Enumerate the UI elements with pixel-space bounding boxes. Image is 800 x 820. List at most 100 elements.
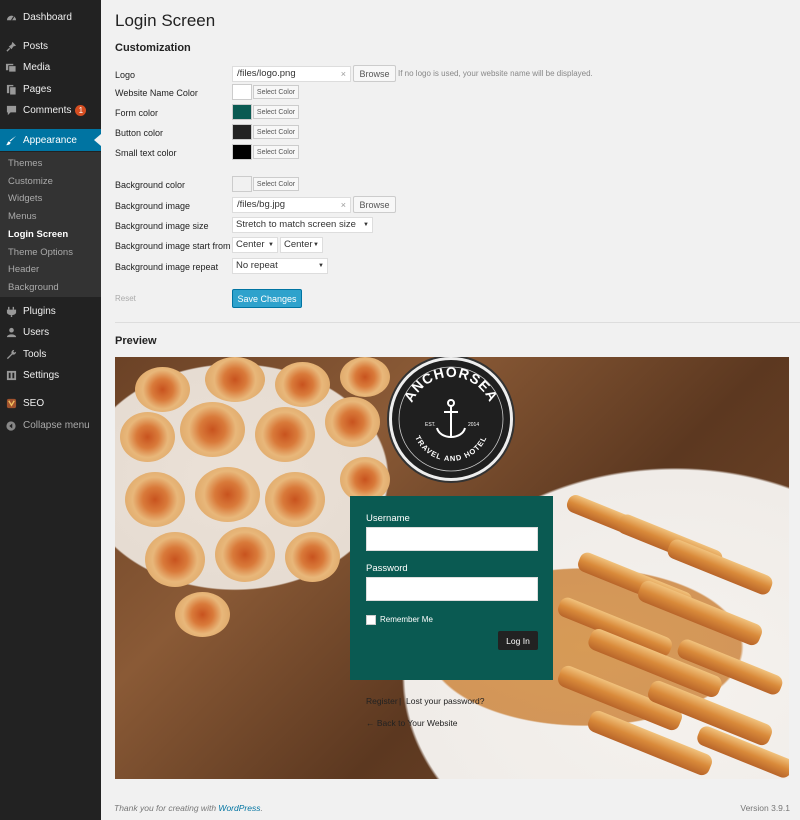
form-color-label: Form color (115, 108, 159, 118)
admin-sidebar: Dashboard Posts Media Pages Comments 1 A… (0, 0, 101, 820)
clear-background-icon[interactable]: × (341, 198, 346, 212)
sidebar-item-posts[interactable]: Posts (0, 36, 101, 57)
sidebar-item-seo[interactable]: SEO (0, 393, 101, 414)
clear-logo-icon[interactable]: × (341, 67, 346, 81)
sidebar-item-label: Comments (23, 105, 72, 116)
site-name-color-label: Website Name Color (115, 88, 198, 98)
form-select-color-button[interactable]: Select Color (253, 105, 299, 119)
sidebar-item-pages[interactable]: Pages (0, 79, 101, 100)
background-repeat-select[interactable]: No repeat ▼ (232, 258, 328, 274)
button-color-swatch[interactable] (232, 124, 252, 140)
reset-link[interactable]: Reset (115, 294, 136, 303)
pastry-image (255, 407, 315, 462)
preview-heading: Preview (115, 335, 157, 347)
submenu-item-header[interactable]: Header (8, 264, 39, 275)
site-name-select-color-button[interactable]: Select Color (253, 85, 299, 99)
customization-heading: Customization (115, 42, 191, 54)
sidebar-item-comments[interactable]: Comments 1 (0, 100, 101, 121)
sidebar-item-label: Pages (23, 84, 52, 95)
username-label: Username (366, 513, 410, 524)
background-start-y-select[interactable]: Center ▼ (280, 237, 323, 253)
logo-year-text: 2014 (468, 422, 479, 428)
footer-thanks-prefix: Thank you for creating with (114, 803, 219, 813)
submenu-item-widgets[interactable]: Widgets (8, 193, 42, 204)
appearance-submenu: Themes Customize Widgets Menus Login Scr… (0, 152, 101, 297)
background-image-input[interactable]: /files/bg.jpg × (232, 197, 351, 213)
submenu-item-theme-options[interactable]: Theme Options (8, 247, 73, 258)
pastry-image (265, 472, 325, 527)
background-repeat-value: No repeat (236, 260, 278, 271)
remember-me-label: Remember Me (380, 615, 433, 624)
collapse-icon (1, 420, 21, 431)
pastry-stick-image (665, 537, 775, 597)
browse-background-button[interactable]: Browse (353, 196, 396, 213)
chevron-down-icon: ▼ (313, 242, 319, 248)
small-text-color-label: Small text color (115, 148, 177, 158)
anchor-icon (436, 399, 466, 438)
login-preview: ANCHORSEA TRAVEL AND HOTEL EST. 2014 Use… (115, 357, 789, 779)
logo-est-text: EST. (425, 422, 436, 428)
browse-logo-button[interactable]: Browse (353, 65, 396, 82)
save-changes-button[interactable]: Save Changes (232, 289, 302, 308)
pastry-image (120, 412, 175, 462)
pastry-image (175, 592, 230, 637)
dashboard-icon (1, 12, 21, 23)
chevron-down-icon: ▼ (268, 242, 274, 248)
sidebar-item-settings[interactable]: Settings (0, 365, 101, 386)
sidebar-item-media[interactable]: Media (0, 57, 101, 78)
sidebar-item-tools[interactable]: Tools (0, 344, 101, 365)
seo-icon (1, 398, 21, 409)
logo-path-input[interactable]: /files/logo.png × (232, 66, 351, 82)
section-divider (115, 322, 800, 323)
username-input[interactable] (366, 527, 538, 551)
wordpress-link[interactable]: WordPress (218, 803, 260, 813)
lost-password-link[interactable]: Lost your password? (406, 696, 484, 706)
submenu-item-menus[interactable]: Menus (8, 211, 37, 222)
logo-hint: If no logo is used, your website name wi… (398, 69, 593, 78)
settings-icon (1, 370, 21, 381)
submenu-item-login-screen[interactable]: Login Screen (8, 229, 68, 240)
sidebar-item-label: Collapse menu (23, 420, 90, 431)
small-text-select-color-button[interactable]: Select Color (253, 145, 299, 159)
sidebar-item-label: Plugins (23, 306, 56, 317)
log-in-button[interactable]: Log In (498, 631, 538, 650)
sidebar-item-dashboard[interactable]: Dashboard (0, 7, 101, 28)
button-select-color-button[interactable]: Select Color (253, 125, 299, 139)
comment-icon (1, 105, 21, 116)
site-name-color-swatch[interactable] (232, 84, 252, 100)
main-content: Login Screen Customization Logo /files/l… (101, 0, 800, 820)
pastry-image (125, 472, 185, 527)
background-start-y-value: Center (284, 239, 313, 250)
password-input[interactable] (366, 577, 538, 601)
back-to-website-link[interactable]: ← Back to Your Website (366, 718, 458, 728)
sidebar-item-plugins[interactable]: Plugins (0, 301, 101, 322)
pastry-image (180, 402, 245, 457)
submenu-item-background[interactable]: Background (8, 282, 59, 293)
sidebar-item-appearance[interactable]: Appearance (0, 129, 101, 151)
background-color-swatch[interactable] (232, 176, 252, 192)
submenu-item-customize[interactable]: Customize (8, 176, 53, 187)
media-icon (1, 62, 21, 73)
background-size-select[interactable]: Stretch to match screen size ▼ (232, 217, 373, 233)
background-start-x-select[interactable]: Center ▼ (232, 237, 278, 253)
svg-text:ANCHORSEA: ANCHORSEA (400, 364, 501, 405)
submenu-item-themes[interactable]: Themes (8, 158, 42, 169)
register-link[interactable]: Register (366, 696, 398, 706)
pastry-image (285, 532, 340, 582)
logo-path-value: /files/logo.png (237, 68, 296, 79)
collapse-menu-button[interactable]: Collapse menu (0, 415, 101, 436)
background-repeat-label: Background image repeat (115, 262, 219, 272)
wrench-icon (1, 349, 21, 360)
remember-me-checkbox[interactable] (366, 615, 376, 625)
footer-thanks-suffix: . (260, 803, 263, 813)
chevron-down-icon: ▼ (363, 222, 369, 228)
brush-icon (1, 135, 21, 146)
sidebar-item-users[interactable]: Users (0, 322, 101, 343)
small-text-color-swatch[interactable] (232, 144, 252, 160)
pastry-image (275, 362, 330, 407)
footer-thanks: Thank you for creating with WordPress. (114, 803, 263, 813)
background-select-color-button[interactable]: Select Color (253, 177, 299, 191)
sidebar-item-label: Users (23, 327, 50, 338)
form-color-swatch[interactable] (232, 104, 252, 120)
plugin-icon (1, 306, 21, 317)
